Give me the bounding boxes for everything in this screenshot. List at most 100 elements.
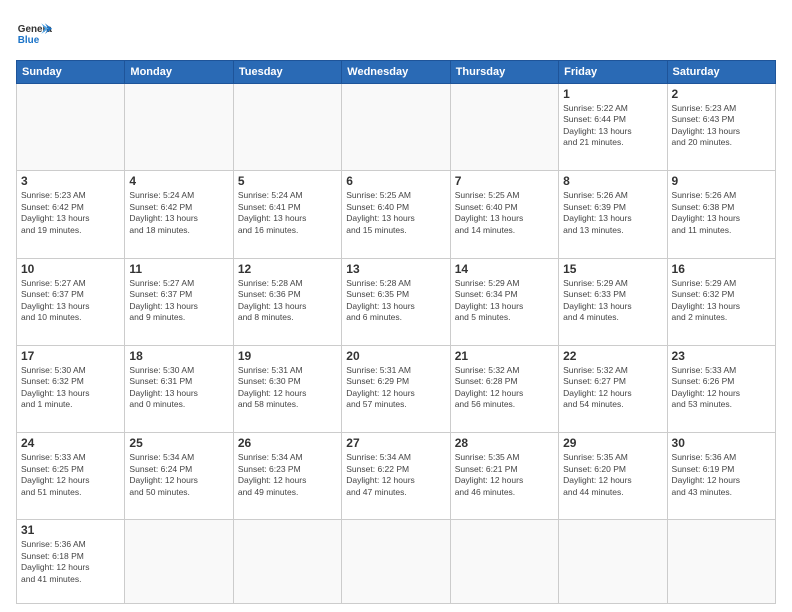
calendar-cell: 4 Sunrise: 5:24 AM Sunset: 6:42 PM Daylig… (125, 171, 233, 258)
calendar-cell (125, 520, 233, 604)
calendar-cell (342, 84, 450, 171)
calendar-cell: 8Sunrise: 5:26 AM Sunset: 6:39 PM Daylig… (559, 171, 667, 258)
day-info: Sunrise: 5:24 AM Sunset: 6:41 PM Dayligh… (238, 190, 337, 236)
calendar-cell: 24Sunrise: 5:33 AM Sunset: 6:25 PM Dayli… (17, 433, 125, 520)
day-number: 16 (672, 262, 771, 276)
calendar-cell: 13Sunrise: 5:28 AM Sunset: 6:35 PM Dayli… (342, 258, 450, 345)
calendar-week-6: 31Sunrise: 5:36 AM Sunset: 6:18 PM Dayli… (17, 520, 776, 604)
page-header: General Blue (16, 16, 776, 52)
day-info: Sunrise: 5:33 AM Sunset: 6:25 PM Dayligh… (21, 452, 120, 498)
calendar-cell: 9 Sunrise: 5:26 AM Sunset: 6:38 PM Daylig… (667, 171, 775, 258)
calendar-cell (342, 520, 450, 604)
day-number: 25 (129, 436, 228, 450)
calendar-cell (17, 84, 125, 171)
calendar-cell: 20 Sunrise: 5:31 AM Sunset: 6:29 PM Dayli… (342, 345, 450, 432)
weekday-header-monday: Monday (125, 61, 233, 84)
calendar-cell (667, 520, 775, 604)
day-number: 7 (455, 174, 554, 188)
day-number: 21 (455, 349, 554, 363)
day-number: 12 (238, 262, 337, 276)
calendar-week-3: 10 Sunrise: 5:27 AM Sunset: 6:37 PM Dayli… (17, 258, 776, 345)
calendar-cell: 2 Sunrise: 5:23 AM Sunset: 6:43 PM Daylig… (667, 84, 775, 171)
weekday-header-friday: Friday (559, 61, 667, 84)
calendar-cell: 5 Sunrise: 5:24 AM Sunset: 6:41 PM Daylig… (233, 171, 341, 258)
day-number: 9 (672, 174, 771, 188)
calendar-cell: 25 Sunrise: 5:34 AM Sunset: 6:24 PM Dayli… (125, 433, 233, 520)
calendar-week-2: 3Sunrise: 5:23 AM Sunset: 6:42 PM Daylig… (17, 171, 776, 258)
day-number: 20 (346, 349, 445, 363)
calendar-cell: 1 Sunrise: 5:22 AM Sunset: 6:44 PM Daylig… (559, 84, 667, 171)
day-number: 26 (238, 436, 337, 450)
calendar-cell (559, 520, 667, 604)
weekday-header-row: SundayMondayTuesdayWednesdayThursdayFrid… (17, 61, 776, 84)
calendar-cell: 28 Sunrise: 5:35 AM Sunset: 6:21 PM Dayli… (450, 433, 558, 520)
day-info: Sunrise: 5:28 AM Sunset: 6:36 PM Dayligh… (238, 278, 337, 324)
calendar-cell: 7Sunrise: 5:25 AM Sunset: 6:40 PM Daylig… (450, 171, 558, 258)
calendar-cell: 27Sunrise: 5:34 AM Sunset: 6:22 PM Dayli… (342, 433, 450, 520)
day-info: Sunrise: 5:27 AM Sunset: 6:37 PM Dayligh… (21, 278, 120, 324)
day-number: 23 (672, 349, 771, 363)
day-number: 17 (21, 349, 120, 363)
calendar-cell: 10 Sunrise: 5:27 AM Sunset: 6:37 PM Dayli… (17, 258, 125, 345)
calendar-cell: 26 Sunrise: 5:34 AM Sunset: 6:23 PM Dayli… (233, 433, 341, 520)
day-info: Sunrise: 5:29 AM Sunset: 6:33 PM Dayligh… (563, 278, 662, 324)
calendar-cell (450, 520, 558, 604)
day-info: Sunrise: 5:24 AM Sunset: 6:42 PM Dayligh… (129, 190, 228, 236)
calendar-cell: 22 Sunrise: 5:32 AM Sunset: 6:27 PM Dayli… (559, 345, 667, 432)
calendar-cell: 18Sunrise: 5:30 AM Sunset: 6:31 PM Dayli… (125, 345, 233, 432)
day-info: Sunrise: 5:25 AM Sunset: 6:40 PM Dayligh… (346, 190, 445, 236)
calendar-cell (233, 520, 341, 604)
generalblue-logo-icon: General Blue (16, 16, 52, 52)
day-number: 4 (129, 174, 228, 188)
weekday-header-saturday: Saturday (667, 61, 775, 84)
calendar-cell (125, 84, 233, 171)
calendar-cell: 31Sunrise: 5:36 AM Sunset: 6:18 PM Dayli… (17, 520, 125, 604)
day-info: Sunrise: 5:23 AM Sunset: 6:43 PM Dayligh… (672, 103, 771, 149)
day-info: Sunrise: 5:28 AM Sunset: 6:35 PM Dayligh… (346, 278, 445, 324)
calendar-week-1: 1 Sunrise: 5:22 AM Sunset: 6:44 PM Daylig… (17, 84, 776, 171)
day-info: Sunrise: 5:35 AM Sunset: 6:21 PM Dayligh… (455, 452, 554, 498)
day-info: Sunrise: 5:32 AM Sunset: 6:27 PM Dayligh… (563, 365, 662, 411)
day-info: Sunrise: 5:33 AM Sunset: 6:26 PM Dayligh… (672, 365, 771, 411)
weekday-header-sunday: Sunday (17, 61, 125, 84)
weekday-header-tuesday: Tuesday (233, 61, 341, 84)
calendar-table: SundayMondayTuesdayWednesdayThursdayFrid… (16, 60, 776, 604)
day-number: 5 (238, 174, 337, 188)
day-number: 8 (563, 174, 662, 188)
day-number: 22 (563, 349, 662, 363)
calendar-cell (233, 84, 341, 171)
day-number: 14 (455, 262, 554, 276)
weekday-header-thursday: Thursday (450, 61, 558, 84)
day-info: Sunrise: 5:35 AM Sunset: 6:20 PM Dayligh… (563, 452, 662, 498)
day-number: 2 (672, 87, 771, 101)
day-info: Sunrise: 5:22 AM Sunset: 6:44 PM Dayligh… (563, 103, 662, 149)
day-info: Sunrise: 5:23 AM Sunset: 6:42 PM Dayligh… (21, 190, 120, 236)
calendar-cell: 30 Sunrise: 5:36 AM Sunset: 6:19 PM Dayli… (667, 433, 775, 520)
calendar-cell: 14Sunrise: 5:29 AM Sunset: 6:34 PM Dayli… (450, 258, 558, 345)
day-info: Sunrise: 5:34 AM Sunset: 6:24 PM Dayligh… (129, 452, 228, 498)
day-info: Sunrise: 5:31 AM Sunset: 6:30 PM Dayligh… (238, 365, 337, 411)
day-number: 1 (563, 87, 662, 101)
calendar-cell: 3Sunrise: 5:23 AM Sunset: 6:42 PM Daylig… (17, 171, 125, 258)
day-number: 28 (455, 436, 554, 450)
day-number: 27 (346, 436, 445, 450)
day-info: Sunrise: 5:32 AM Sunset: 6:28 PM Dayligh… (455, 365, 554, 411)
day-info: Sunrise: 5:34 AM Sunset: 6:23 PM Dayligh… (238, 452, 337, 498)
day-number: 11 (129, 262, 228, 276)
day-number: 10 (21, 262, 120, 276)
calendar-cell: 19Sunrise: 5:31 AM Sunset: 6:30 PM Dayli… (233, 345, 341, 432)
calendar-week-5: 24Sunrise: 5:33 AM Sunset: 6:25 PM Dayli… (17, 433, 776, 520)
day-info: Sunrise: 5:26 AM Sunset: 6:38 PM Dayligh… (672, 190, 771, 236)
svg-text:Blue: Blue (18, 35, 40, 46)
calendar-cell: 29 Sunrise: 5:35 AM Sunset: 6:20 PM Dayli… (559, 433, 667, 520)
day-number: 30 (672, 436, 771, 450)
calendar-cell: 6Sunrise: 5:25 AM Sunset: 6:40 PM Daylig… (342, 171, 450, 258)
calendar-cell: 21 Sunrise: 5:32 AM Sunset: 6:28 PM Dayli… (450, 345, 558, 432)
calendar-cell (450, 84, 558, 171)
day-number: 29 (563, 436, 662, 450)
day-info: Sunrise: 5:31 AM Sunset: 6:29 PM Dayligh… (346, 365, 445, 411)
day-info: Sunrise: 5:29 AM Sunset: 6:32 PM Dayligh… (672, 278, 771, 324)
weekday-header-wednesday: Wednesday (342, 61, 450, 84)
day-info: Sunrise: 5:36 AM Sunset: 6:19 PM Dayligh… (672, 452, 771, 498)
calendar-cell: 12 Sunrise: 5:28 AM Sunset: 6:36 PM Dayli… (233, 258, 341, 345)
